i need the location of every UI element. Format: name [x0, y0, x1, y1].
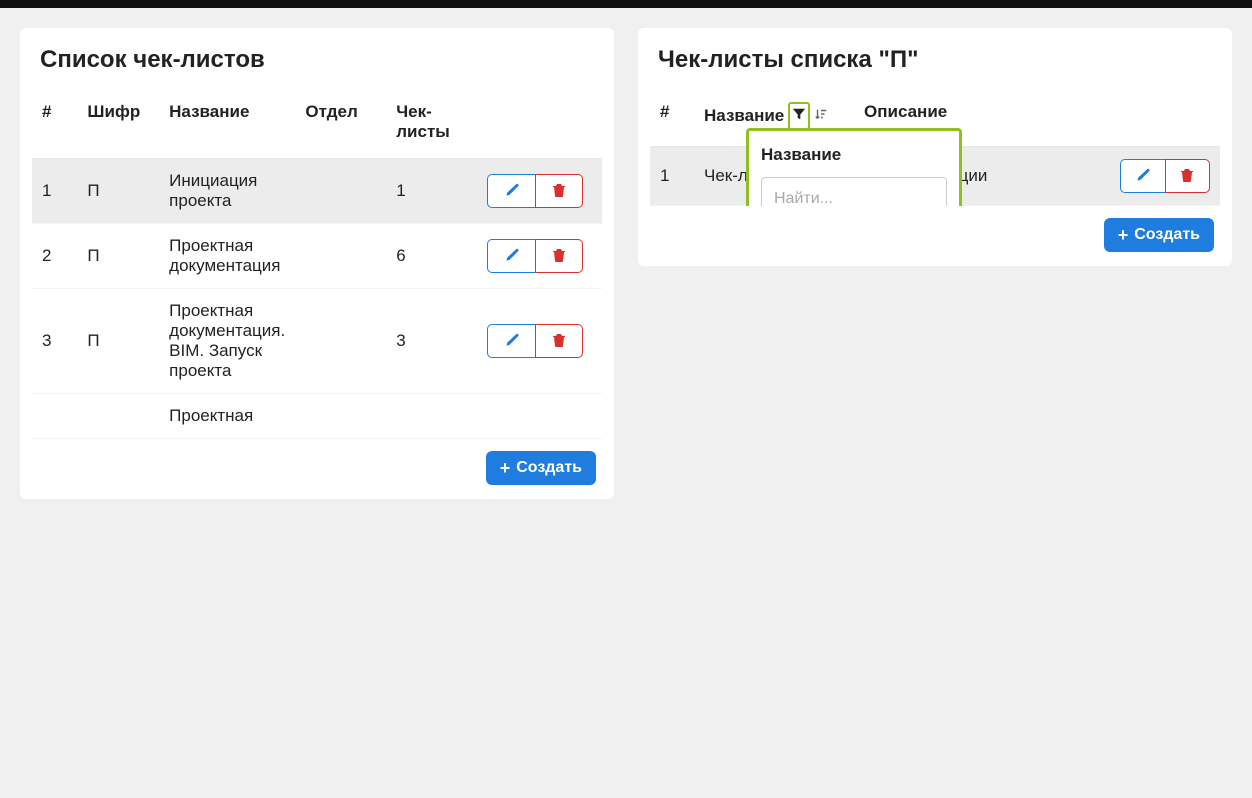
table-row[interactable]: Проектная [32, 394, 602, 439]
cell-code: П [77, 289, 159, 394]
col-dept[interactable]: Отдел [295, 86, 386, 159]
pencil-icon [504, 182, 520, 201]
trash-icon [551, 182, 567, 201]
edit-button[interactable] [487, 239, 535, 273]
delete-button[interactable] [535, 174, 583, 208]
trash-icon [551, 247, 567, 266]
filter-icon [792, 106, 806, 126]
cell-num: 1 [650, 147, 694, 206]
cell-dept [295, 159, 386, 224]
sort-button[interactable] [814, 106, 828, 126]
table-row[interactable]: 2 П Проектная документация 6 [32, 224, 602, 289]
cell-checklists: 3 [386, 289, 477, 394]
pencil-icon [1135, 167, 1151, 186]
cell-checklists [386, 394, 477, 439]
cell-num [32, 394, 77, 439]
col-actions [477, 86, 602, 159]
checklists-of-list-panel: Чек-листы списка "П" # Название [638, 28, 1232, 266]
plus-icon: + [1118, 226, 1129, 244]
create-button[interactable]: + Создать [486, 451, 596, 485]
checklist-lists-table: # Шифр Название Отдел Чек-листы 1 П Иниц… [32, 86, 602, 439]
col-name-label: Название [704, 106, 784, 126]
cell-code [77, 394, 159, 439]
trash-icon [1179, 167, 1195, 186]
sort-icon [814, 106, 828, 126]
edit-button[interactable] [487, 324, 535, 358]
cell-num: 3 [32, 289, 77, 394]
checklist-lists-panel: Список чек-листов # Шифр Название Отдел … [20, 28, 614, 499]
cell-checklists: 6 [386, 224, 477, 289]
create-button[interactable]: + Создать [1104, 218, 1214, 252]
cell-name: Проектная [159, 394, 295, 439]
table-row[interactable]: 1 П Инициация проекта 1 [32, 159, 602, 224]
col-num[interactable]: # [32, 86, 77, 159]
edit-button[interactable] [487, 174, 535, 208]
cell-num: 2 [32, 224, 77, 289]
table-row[interactable]: 3 П Проектная документация. BIM. Запуск … [32, 289, 602, 394]
create-button-label: Создать [1134, 226, 1200, 244]
panel-title-right: Чек-листы списка "П" [638, 28, 1232, 86]
col-actions [1110, 86, 1220, 147]
cell-dept [295, 394, 386, 439]
cell-checklists: 1 [386, 159, 477, 224]
delete-button[interactable] [1165, 159, 1210, 193]
left-table-scroll[interactable]: # Шифр Название Отдел Чек-листы 1 П Иниц… [20, 86, 614, 439]
col-name[interactable]: Название [159, 86, 295, 159]
plus-icon: + [500, 459, 511, 477]
cell-num: 1 [32, 159, 77, 224]
cell-code: П [77, 159, 159, 224]
col-num[interactable]: # [650, 86, 694, 147]
trash-icon [551, 332, 567, 351]
cell-name: Проектная документация [159, 224, 295, 289]
cell-code: П [77, 224, 159, 289]
filter-popup: Название [746, 128, 962, 206]
col-checklists[interactable]: Чек-листы [386, 86, 477, 159]
cell-dept [295, 289, 386, 394]
cell-name: Проектная документация. BIM. Запуск прое… [159, 289, 295, 394]
filter-button[interactable] [788, 102, 810, 130]
cell-name: Инициация проекта [159, 159, 295, 224]
filter-popup-label: Название [761, 145, 947, 165]
pencil-icon [504, 332, 520, 351]
pencil-icon [504, 247, 520, 266]
col-code[interactable]: Шифр [77, 86, 159, 159]
filter-search-input[interactable] [761, 177, 947, 206]
create-button-label: Создать [516, 459, 582, 477]
delete-button[interactable] [535, 239, 583, 273]
panel-title-left: Список чек-листов [20, 28, 614, 86]
delete-button[interactable] [535, 324, 583, 358]
edit-button[interactable] [1120, 159, 1165, 193]
topbar [0, 0, 1252, 8]
cell-dept [295, 224, 386, 289]
